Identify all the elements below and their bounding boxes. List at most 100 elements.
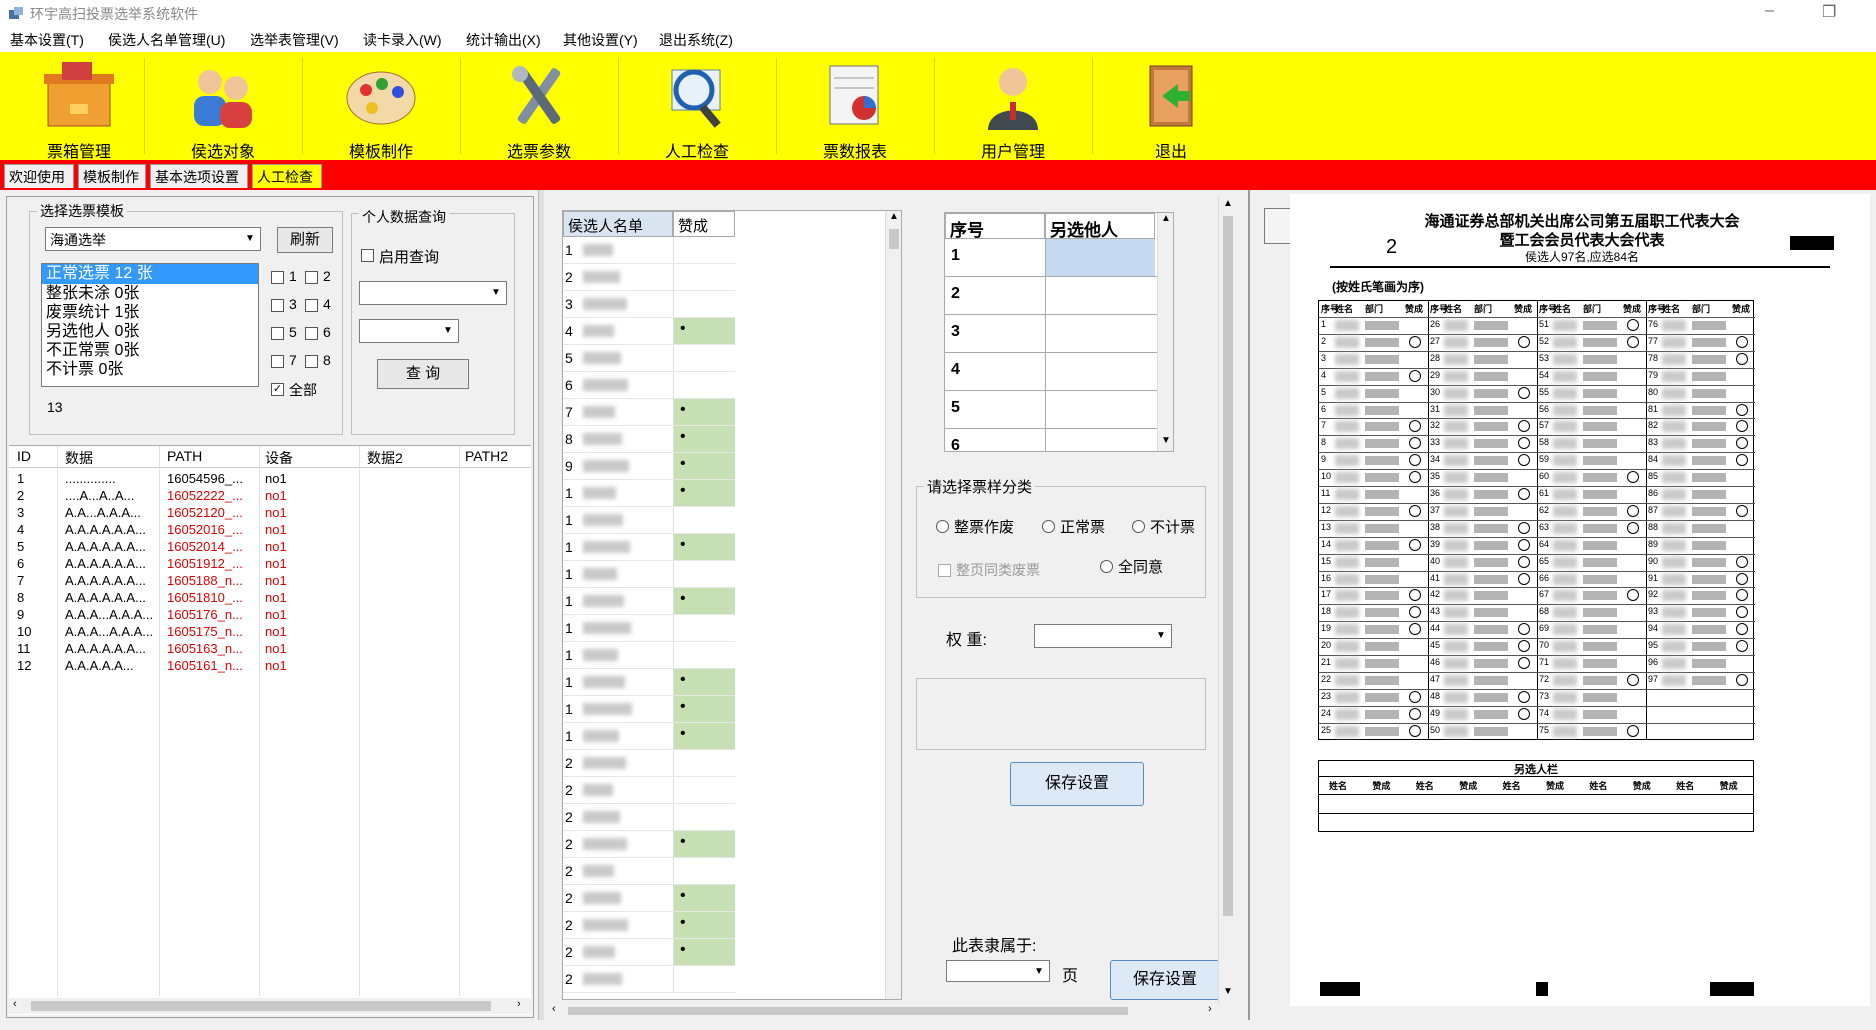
approve-cell[interactable] [673, 237, 735, 263]
checkbox-6[interactable] [305, 327, 318, 340]
write-in-row[interactable]: 6 [945, 429, 1157, 451]
col-header-id[interactable]: ID [17, 448, 31, 464]
col-header-data2[interactable]: 数据2 [367, 448, 403, 468]
approve-cell[interactable]: • [673, 318, 735, 344]
approve-cell[interactable]: • [673, 723, 735, 749]
approve-cell[interactable] [673, 264, 735, 290]
col-header-approve[interactable]: 赞成 [673, 211, 735, 237]
table-row[interactable]: 11 A.A.A.A.A.A... 1605163_n... no1 [9, 640, 531, 657]
table-row[interactable]: 4 A.A.A.A.A.A... 16052016_... no1 [9, 521, 531, 538]
vertical-scrollbar[interactable]: ▲ [885, 211, 901, 999]
checkbox-1[interactable] [271, 271, 284, 284]
minimize-button[interactable]: – [1765, 2, 1774, 20]
candidate-row[interactable]: 1 [563, 507, 735, 534]
page-select[interactable]: ▼ [946, 960, 1050, 982]
refresh-button[interactable]: 刷新 [277, 227, 333, 253]
table-row[interactable]: 2 ....A...A..A... 16052222_... no1 [9, 487, 531, 504]
approve-cell[interactable]: • [673, 696, 735, 722]
candidate-row[interactable]: 1 [563, 642, 735, 669]
write-in-cell[interactable] [1045, 429, 1155, 451]
table-row[interactable]: 5 A.A.A.A.A.A... 16052014_... no1 [9, 538, 531, 555]
table-row[interactable]: 6 A.A.A.A.A.A... 16051912_... no1 [9, 555, 531, 572]
radio-agree-all[interactable] [1100, 560, 1113, 573]
chevron-down-icon[interactable]: ▼ [1161, 435, 1171, 446]
save-settings-button-1[interactable]: 保存设置 [1010, 762, 1144, 806]
candidate-row[interactable]: 8 • [563, 426, 735, 453]
candidate-row[interactable]: 5 [563, 345, 735, 372]
chevron-down-icon[interactable]: ▼ [1223, 986, 1233, 997]
tab-welcome[interactable]: 欢迎使用 [4, 164, 74, 188]
chevron-right-icon[interactable]: › [517, 998, 521, 1010]
checkbox-5[interactable] [271, 327, 284, 340]
candidate-row[interactable]: 7 • [563, 399, 735, 426]
write-in-row[interactable]: 4 [945, 353, 1157, 391]
approve-cell[interactable]: • [673, 588, 735, 614]
menu-candidate-list[interactable]: 侯选人名单管理(U) [108, 30, 225, 50]
menu-basic-settings[interactable]: 基本设置(T) [10, 30, 84, 50]
chevron-left-icon[interactable]: ‹ [552, 1003, 556, 1015]
approve-cell[interactable] [673, 345, 735, 371]
tab-basic-options[interactable]: 基本选项设置 [150, 164, 248, 188]
approve-cell[interactable] [673, 777, 735, 803]
approve-cell[interactable]: • [673, 669, 735, 695]
candidate-row[interactable]: 1 • [563, 669, 735, 696]
write-in-cell[interactable] [1045, 239, 1155, 276]
candidate-row[interactable]: 3 [563, 291, 735, 318]
template-select[interactable]: 海通选举 ▼ [45, 227, 261, 251]
write-in-cell[interactable] [1045, 277, 1155, 314]
approve-cell[interactable]: • [673, 399, 735, 425]
approve-cell[interactable] [673, 642, 735, 668]
menu-card-input[interactable]: 读卡录入(W) [363, 30, 442, 50]
candidate-row[interactable]: 2 [563, 966, 735, 993]
candidate-row[interactable]: 1 • [563, 723, 735, 750]
list-item[interactable]: 废票统计 1张 [42, 303, 258, 322]
approve-cell[interactable] [673, 507, 735, 533]
candidate-row[interactable]: 1 • [563, 588, 735, 615]
vertical-scrollbar[interactable]: ▲ ▼ [1157, 213, 1173, 451]
write-in-row[interactable]: 2 [945, 277, 1157, 315]
candidate-row[interactable]: 1 • [563, 534, 735, 561]
approve-cell[interactable]: • [673, 912, 735, 938]
list-item[interactable]: 整张未涂 0张 [42, 284, 258, 303]
chevron-right-icon[interactable]: › [1208, 1003, 1212, 1015]
approve-cell[interactable] [673, 615, 735, 641]
checkbox-2[interactable] [305, 271, 318, 284]
table-row[interactable]: 10 A.A.A...A.A.A... 1605175_n... no1 [9, 623, 531, 640]
candidate-row[interactable]: 9 • [563, 453, 735, 480]
table-row[interactable]: 8 A.A.A.A.A.A... 16051810_... no1 [9, 589, 531, 606]
candidate-row[interactable]: 1 [563, 237, 735, 264]
data-grid[interactable]: ID 数据 PATH 设备 数据2 PATH2 1.............. 1… [9, 445, 531, 1015]
write-in-row[interactable]: 1 [945, 239, 1157, 277]
table-row[interactable]: 1.............. 16054596_... no1 [9, 470, 531, 487]
approve-cell[interactable]: • [673, 939, 735, 965]
candidate-row[interactable]: 2 [563, 264, 735, 291]
approve-cell[interactable]: • [673, 480, 735, 506]
candidate-row[interactable]: 2 [563, 804, 735, 831]
approve-cell[interactable]: • [673, 426, 735, 452]
list-item[interactable]: 正常选票 12 张 [42, 264, 258, 284]
candidate-row[interactable]: 1 • [563, 480, 735, 507]
toolbar-report-button[interactable]: 票数报表 [776, 52, 934, 161]
checkbox-all[interactable]: ✓ [271, 383, 284, 396]
approve-cell[interactable]: • [673, 453, 735, 479]
approve-cell[interactable] [673, 291, 735, 317]
candidate-row[interactable]: 1 [563, 615, 735, 642]
col-header-path[interactable]: PATH [167, 448, 202, 464]
horizontal-scrollbar[interactable]: ‹ › [548, 1003, 1228, 1018]
approve-cell[interactable] [673, 372, 735, 398]
approve-cell[interactable]: • [673, 534, 735, 560]
candidate-row[interactable]: 1 • [563, 696, 735, 723]
chevron-up-icon[interactable]: ▲ [889, 211, 899, 222]
same-page-checkbox[interactable] [938, 564, 951, 577]
tab-manual-check[interactable]: 人工检查 [252, 164, 322, 188]
write-in-grid[interactable]: 序号 另选他人 1 2 3 4 5 6 ▲ ▼ [944, 212, 1174, 452]
col-header-candidate[interactable]: 侯选人名单 [563, 211, 673, 237]
list-item[interactable]: 不正常票 0张 [42, 341, 258, 360]
weight-select[interactable]: ▼ [1034, 624, 1172, 648]
chevron-up-icon[interactable]: ▲ [1161, 213, 1171, 224]
approve-cell[interactable]: • [673, 831, 735, 857]
checkbox-8[interactable] [305, 355, 318, 368]
query-button[interactable]: 查 询 [377, 359, 469, 389]
candidate-row[interactable]: 2 • [563, 912, 735, 939]
query-select-1[interactable]: ▼ [359, 281, 507, 305]
